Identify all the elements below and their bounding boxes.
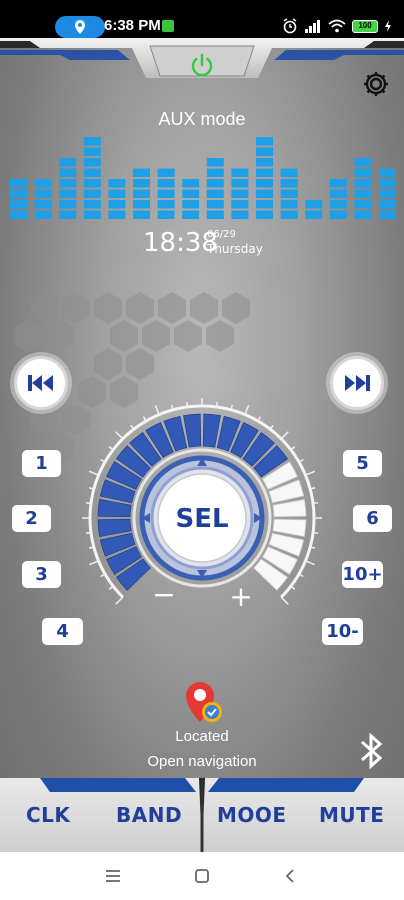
eq-bar — [10, 179, 27, 219]
eq-bar — [354, 158, 372, 219]
knob-segment — [97, 499, 132, 518]
next-track-button[interactable] — [330, 356, 384, 410]
eq-bar — [157, 168, 175, 219]
eq-bar — [329, 179, 347, 219]
status-time: 6:38 PM — [104, 17, 161, 34]
preset-6-button[interactable]: 6 — [353, 505, 392, 532]
knob-segment — [272, 518, 307, 537]
knob-segment — [183, 413, 202, 448]
eq-bar — [133, 168, 150, 219]
bluetooth-button[interactable] — [356, 731, 386, 771]
message-icon — [162, 20, 174, 32]
eq-bar — [280, 168, 298, 219]
menu-icon[interactable] — [104, 868, 122, 884]
open-navigation-link[interactable]: Open navigation — [0, 753, 404, 770]
volume-down-button[interactable]: − — [152, 578, 175, 611]
power-button[interactable] — [186, 52, 218, 80]
mute-button[interactable]: MUTE — [319, 803, 384, 827]
eq-bar — [59, 158, 77, 219]
skip-previous-icon — [28, 375, 53, 391]
battery-icon: 100 — [352, 19, 378, 33]
knob-segment — [202, 413, 221, 448]
back-icon[interactable] — [283, 868, 297, 884]
eq-bar — [108, 179, 126, 219]
bluetooth-icon — [361, 732, 383, 770]
eq-bar — [83, 137, 101, 219]
mode-button[interactable]: MOOE — [217, 803, 287, 827]
clk-button[interactable]: CLK — [26, 803, 70, 827]
wifi-icon — [328, 19, 346, 33]
preset-10-minus-button[interactable]: 10- — [322, 618, 363, 645]
charging-icon — [385, 20, 391, 32]
eq-bar — [379, 168, 396, 219]
settings-button[interactable] — [360, 68, 392, 100]
alarm-icon — [283, 18, 297, 34]
preset-5-button[interactable]: 5 — [343, 450, 382, 477]
clock-day: Thursday — [207, 242, 263, 256]
car-radio-screen: 6:38 PM 100 AUX mode 18:38 06/29 Thursda… — [0, 0, 404, 852]
location-pill — [55, 16, 105, 38]
clock: 18:38 06/29 Thursday — [143, 228, 263, 258]
mode-title: AUX mode — [158, 109, 246, 129]
knob-segment — [97, 518, 132, 537]
eq-bar — [34, 179, 52, 219]
volume-knob[interactable]: SEL − + — [82, 398, 322, 628]
band-button[interactable]: BAND — [116, 803, 182, 827]
eq-bar — [256, 137, 273, 219]
skip-next-icon — [345, 375, 370, 391]
preset-4-button[interactable]: 4 — [42, 618, 83, 645]
power-icon — [191, 53, 213, 77]
navigation-button[interactable] — [180, 680, 226, 726]
preset-2-button[interactable]: 2 — [12, 505, 51, 532]
equalizer-visualizer — [10, 137, 396, 219]
location-pin-icon — [75, 20, 85, 34]
eq-bar — [231, 168, 249, 219]
map-pin-icon — [186, 682, 222, 722]
signal-icon — [305, 20, 320, 33]
navigation-status: Located — [175, 728, 229, 745]
previous-track-button[interactable] — [14, 356, 68, 410]
system-navigation-bar — [0, 852, 404, 900]
status-icons: 100 — [282, 18, 392, 34]
volume-up-button[interactable]: + — [229, 580, 252, 613]
home-icon[interactable] — [194, 868, 210, 884]
knob-segment — [272, 499, 307, 518]
preset-3-button[interactable]: 3 — [22, 561, 61, 588]
preset-10-plus-button[interactable]: 10+ — [342, 561, 383, 588]
select-label: SEL — [175, 504, 228, 534]
eq-bar — [182, 179, 200, 219]
eq-bar — [305, 200, 323, 219]
eq-bar — [206, 158, 224, 219]
gear-icon — [364, 72, 388, 96]
clock-date: 06/29 — [207, 229, 236, 240]
preset-1-button[interactable]: 1 — [22, 450, 61, 477]
